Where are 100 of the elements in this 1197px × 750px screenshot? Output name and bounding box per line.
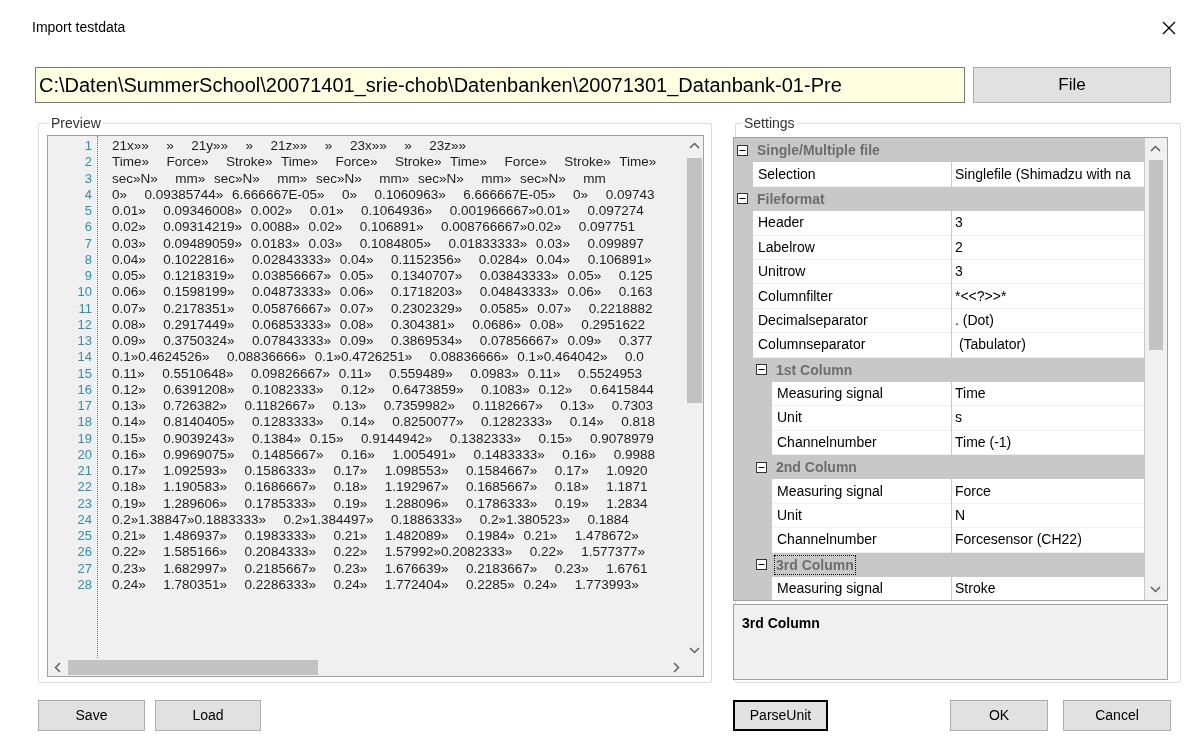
property-grid[interactable]: [733, 137, 1168, 601]
code-line: 0.2»1.38847»0.1883333» 0.2»1.384497» 0.1886333» 0.2»1.380523» 0.1884: [112, 511, 629, 528]
line-number: 11: [77, 300, 93, 317]
code-line: 0.24» 1.780351» 0.2286333» 0.24» 1.772404» 0.2285» 0.24» 1.773993»: [112, 576, 639, 593]
line-number: 20: [76, 446, 93, 463]
line-number: 15: [76, 365, 93, 382]
line-number: 18: [76, 414, 93, 431]
line-number: 13: [76, 333, 93, 350]
line-number: 19: [76, 430, 93, 447]
property-name[interactable]: Header: [753, 211, 951, 236]
code-line: sec»N» mm» sec»N» mm» sec»N» mm» sec»N» mm» sec»N» mm: [112, 170, 606, 187]
code-line: 0.13» 0.726382» 0.1182667» 0.13» 0.7359982» 0.1182667» 0.13» 0.7303: [112, 398, 653, 415]
property-value[interactable]: 2: [952, 235, 1144, 260]
line-number: 4: [83, 186, 93, 203]
line-number: 24: [76, 511, 93, 528]
property-value[interactable]: Singlefile (Shimadzu with na: [952, 162, 1144, 187]
code-line: 0.11» 0.5510648» 0.09826667» 0.11» 0.559489» 0.0983» 0.11» 0.5524953: [112, 365, 642, 382]
property-value[interactable]: s: [952, 406, 1144, 431]
line-number: 12: [76, 316, 93, 333]
code-line: 0.18» 1.190583» 0.1686667» 0.18» 1.192967» 0.1685667» 0.18» 1.1871: [112, 479, 648, 496]
property-value[interactable]: N: [952, 503, 1144, 529]
property-name[interactable]: Measuring signal: [772, 577, 951, 600]
line-number: 16: [76, 381, 93, 398]
path-field[interactable]: C:\Daten\SummerSchool\20071401_srie-chob\Datenbanken\20071301_Datanbank-01-Pre: [35, 67, 965, 103]
property-name[interactable]: Columnfilter: [753, 284, 951, 309]
property-value[interactable]: (Tabulator): [952, 333, 1144, 358]
property-name[interactable]: Channelnumber: [772, 528, 951, 553]
property-name[interactable]: Decimalseparator: [753, 308, 951, 334]
code-line: 0.14» 0.8140405» 0.1283333» 0.14» 0.8250077» 0.1282333» 0.14» 0.818: [112, 414, 655, 431]
line-number: 3: [83, 170, 93, 187]
property-name[interactable]: Unitrow: [753, 259, 951, 285]
property-value[interactable]: *<<?>>*: [952, 284, 1144, 309]
dialog-button[interactable]: Cancel: [1063, 700, 1171, 731]
dialog-button[interactable]: OK: [950, 700, 1048, 731]
code-line: 0.07» 0.2178351» 0.05876667» 0.07» 0.2302329» 0.0585» 0.07» 0.2218882: [112, 300, 653, 317]
code-line: 0.01» 0.09346008» 0.002» 0.01» 0.1064936» 0.001966667»0.01» 0.097274: [112, 203, 644, 220]
property-value[interactable]: Stroke: [952, 577, 1144, 600]
window-title: Import testdata: [32, 18, 126, 37]
dialog-button[interactable]: Load: [155, 700, 261, 731]
property-name[interactable]: Channelnumber: [772, 430, 951, 456]
property-value[interactable]: Time: [952, 381, 1144, 407]
file-button[interactable]: File: [973, 67, 1171, 103]
line-number: 8: [83, 251, 93, 268]
line-number: 9: [83, 268, 93, 285]
line-number: 28: [76, 576, 93, 593]
code-line: 0.16» 0.9969075» 0.1485667» 0.16» 1.005491» 0.1483333» 0.16» 0.9988: [112, 446, 655, 463]
code-line: 0.05» 0.1218319» 0.03856667» 0.05» 0.1340707» 0.03843333» 0.05» 0.125: [112, 268, 653, 285]
dialog-button[interactable]: ParseUnit: [733, 700, 828, 731]
code-line: 0.19» 1.289606» 0.1785333» 0.19» 1.288096» 0.1786333» 0.19» 1.2834: [112, 495, 648, 512]
property-value[interactable]: 3: [952, 211, 1144, 236]
property-value[interactable]: . (Dot): [952, 308, 1144, 334]
preview-text-area[interactable]: [47, 135, 704, 677]
vertical-scrollbar[interactable]: [1145, 138, 1167, 600]
code-line: 0.12» 0.6391208» 0.1082333» 0.12» 0.6473859» 0.1083» 0.12» 0.6415844: [112, 381, 654, 398]
code-line: Time» Force» Stroke» Time» Force» Stroke» Time» Force» Stroke» Time»: [112, 154, 657, 171]
code-line: 0.1»0.4624526» 0.08836666» 0.1»0.4726251» 0.08836666» 0.1»0.464042» 0.0: [112, 349, 644, 366]
code-line: 0.08» 0.2917449» 0.06853333» 0.08» 0.304381» 0.0686» 0.08» 0.2951622: [112, 316, 645, 333]
code-line: 0.17» 1.092593» 0.1586333» 0.17» 1.098553» 0.1584667» 0.17» 1.0920: [112, 463, 648, 480]
line-number: 10: [76, 284, 93, 301]
line-number: 6: [83, 219, 93, 236]
line-number: 14: [76, 349, 93, 366]
line-number: 17: [76, 398, 93, 415]
description-title: 3rd Column: [742, 615, 820, 631]
property-name[interactable]: Measuring signal: [772, 479, 951, 504]
code-line: 0.04» 0.1022816» 0.02843333» 0.04» 0.1152356» 0.0284» 0.04» 0.106891»: [112, 251, 652, 268]
line-number: 27: [76, 560, 93, 577]
line-number: 5: [83, 203, 93, 220]
line-number: 23: [76, 495, 93, 512]
code-line: 0» 0.09385744» 6.666667E-05» 0» 0.1060963» 6.666667E-05» 0» 0.09743: [112, 186, 655, 203]
property-value[interactable]: 3: [952, 259, 1144, 285]
group-label: Settings: [742, 115, 797, 131]
property-value[interactable]: Force: [952, 479, 1144, 504]
property-name[interactable]: Columnseparator: [753, 333, 951, 358]
line-number: 26: [76, 544, 93, 561]
line-number: 1: [83, 138, 93, 155]
close-icon: [1162, 20, 1176, 35]
line-number: 2: [83, 154, 93, 171]
collapse-icon[interactable]: [756, 364, 767, 376]
code-line: 0.22» 1.585166» 0.2084333» 0.22» 1.57992»0.2082333» 0.22» 1.577377»: [112, 544, 645, 561]
code-line: 0.02» 0.09314219» 0.0088» 0.02» 0.106891» 0.008766667»0.02» 0.097751: [112, 219, 635, 236]
property-name[interactable]: Labelrow: [753, 235, 951, 260]
code-line: 0.03» 0.09489059» 0.0183» 0.03» 0.1084805» 0.01833333» 0.03» 0.099897: [112, 235, 644, 252]
collapse-icon[interactable]: [737, 144, 748, 156]
collapse-icon[interactable]: [737, 193, 748, 205]
property-name[interactable]: Measuring signal: [772, 381, 951, 407]
property-name[interactable]: Unit: [772, 406, 951, 431]
code-line: 0.15» 0.9039243» 0.1384» 0.15» 0.9144942» 0.1382333» 0.15» 0.9078979: [112, 430, 654, 447]
line-number: 25: [76, 528, 93, 545]
line-number: 22: [76, 479, 93, 496]
dialog-button[interactable]: Save: [38, 700, 145, 731]
property-name[interactable]: Selection: [753, 162, 951, 187]
collapse-icon[interactable]: [756, 461, 767, 473]
property-name[interactable]: Unit: [772, 503, 951, 529]
property-value[interactable]: Forcesensor (CH22): [952, 528, 1144, 553]
line-number: 21: [76, 463, 93, 480]
property-value[interactable]: Time (-1): [952, 430, 1144, 456]
collapse-icon[interactable]: [756, 559, 767, 571]
code-line: 0.21» 1.486937» 0.1983333» 0.21» 1.482089» 0.1984» 0.21» 1.478672»: [112, 528, 639, 545]
code-line: 0.09» 0.3750324» 0.07843333» 0.09» 0.3869534» 0.07856667» 0.09» 0.377: [112, 333, 653, 350]
group-label: Preview: [49, 115, 103, 131]
